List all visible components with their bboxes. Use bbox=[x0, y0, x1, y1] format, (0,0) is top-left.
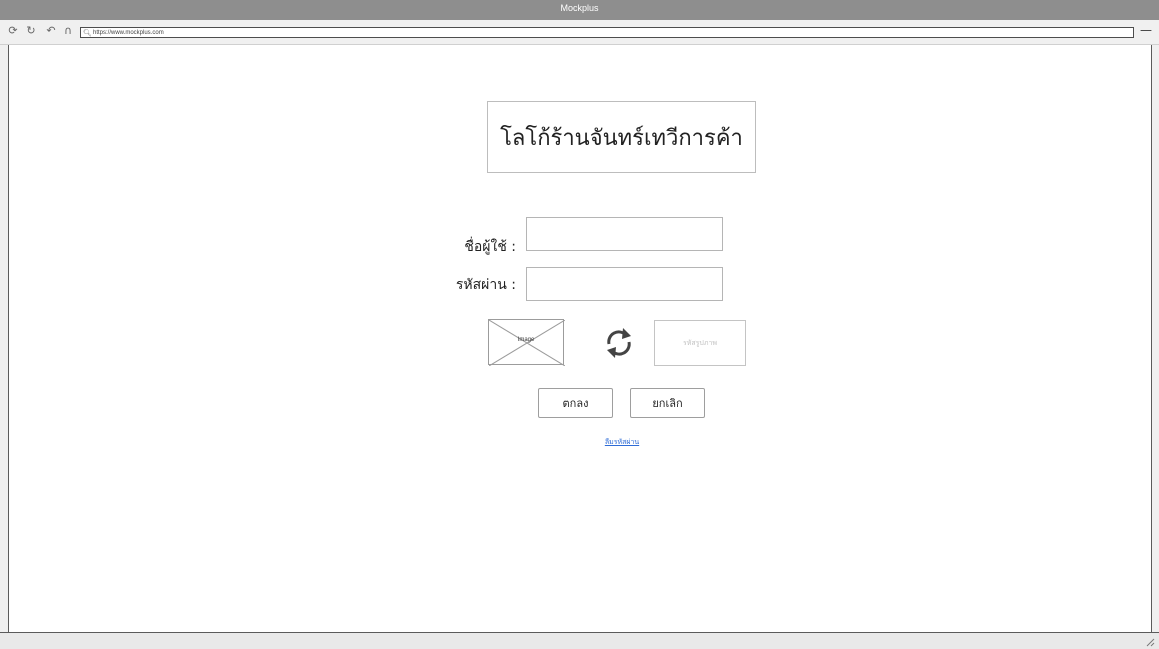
back-icon[interactable]: ↶ bbox=[45, 25, 57, 37]
home-icon[interactable]: ∩ bbox=[62, 25, 74, 37]
title-bar: Mockplus bbox=[0, 0, 1159, 20]
ok-button[interactable]: ตกลง bbox=[538, 388, 613, 418]
captcha-placeholder: รหัสรูปภาพ bbox=[682, 338, 717, 347]
cancel-button-label: ยกเลิก bbox=[652, 397, 683, 410]
browser-toolbar: ⟳ ↻ ↶ ∩ 🔍︎ https://www.mockplus.com — bbox=[0, 20, 1159, 45]
refresh-icon[interactable]: ⟳ bbox=[7, 25, 19, 37]
username-input[interactable] bbox=[526, 217, 723, 251]
image-placeholder-icon bbox=[489, 320, 565, 366]
store-logo: โลโก้ร้านจันทร์เทวีการค้า bbox=[487, 101, 756, 173]
address-bar[interactable]: 🔍︎ https://www.mockplus.com bbox=[80, 27, 1134, 38]
ok-button-label: ตกลง bbox=[562, 397, 589, 410]
search-icon: 🔍︎ bbox=[83, 30, 92, 37]
status-bar bbox=[0, 632, 1159, 649]
cancel-button[interactable]: ยกเลิก bbox=[630, 388, 705, 418]
captcha-input[interactable]: รหัสรูปภาพ bbox=[654, 320, 746, 366]
username-label: ชื่อผู้ใช้ : bbox=[464, 239, 516, 255]
captcha-image: Image bbox=[488, 319, 565, 366]
forward-icon[interactable]: ↻ bbox=[25, 25, 37, 37]
window-left-border bbox=[0, 45, 9, 632]
forgot-password-link[interactable]: ลืมรหัสผ่าน bbox=[598, 437, 646, 448]
captcha-image-label: Image bbox=[517, 337, 535, 343]
captcha-refresh-icon[interactable] bbox=[604, 326, 634, 360]
address-url: https://www.mockplus.com bbox=[93, 30, 164, 36]
password-label: รหัสผ่าน : bbox=[455, 277, 516, 293]
logo-text: โลโก้ร้านจันทร์เทวีการค้า bbox=[500, 125, 743, 151]
window-title: Mockplus bbox=[560, 3, 599, 13]
minimize-icon[interactable]: — bbox=[1140, 23, 1152, 37]
browser-window: Mockplus ⟳ ↻ ↶ ∩ 🔍︎ https://www.mockplus… bbox=[0, 0, 1159, 649]
resize-grip-icon[interactable] bbox=[1145, 637, 1155, 647]
window-right-border bbox=[1151, 45, 1159, 632]
password-input[interactable] bbox=[526, 267, 723, 301]
